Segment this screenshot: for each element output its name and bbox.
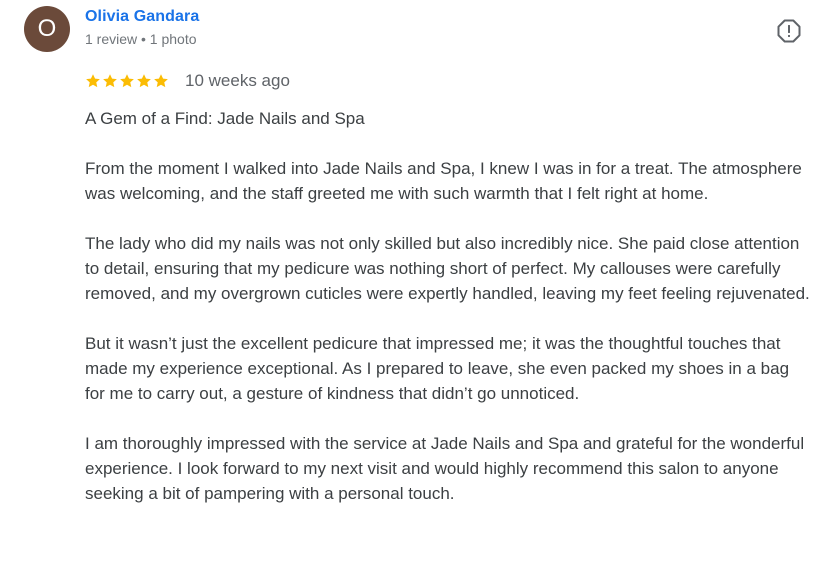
review-paragraph: The lady who did my nails was not only s… [85,234,810,303]
star-icon [137,74,151,88]
report-icon [777,19,801,43]
review-date: 10 weeks ago [185,71,290,90]
review-card: O Olivia Gandara 1 review • 1 photo 10 w… [0,0,822,562]
star-rating [85,73,169,89]
avatar[interactable]: O [24,6,70,52]
review-paragraph: From the moment I walked into Jade Nails… [85,159,802,203]
star-icon [103,74,117,88]
author-name-link[interactable]: Olivia Gandara [85,8,199,26]
star-icon [120,74,134,88]
rating-row: 10 weeks ago [85,69,290,93]
star-icon [154,74,168,88]
review-title: A Gem of a Find: Jade Nails and Spa [85,109,365,128]
report-button[interactable] [776,18,802,44]
star-icon [86,74,100,88]
author-meta: 1 review • 1 photo [85,31,197,47]
review-paragraph: But it wasn’t just the excellent pedicur… [85,334,790,403]
review-text: A Gem of a Find: Jade Nails and Spa From … [85,106,810,506]
review-paragraph: I am thoroughly impressed with the servi… [85,434,805,503]
